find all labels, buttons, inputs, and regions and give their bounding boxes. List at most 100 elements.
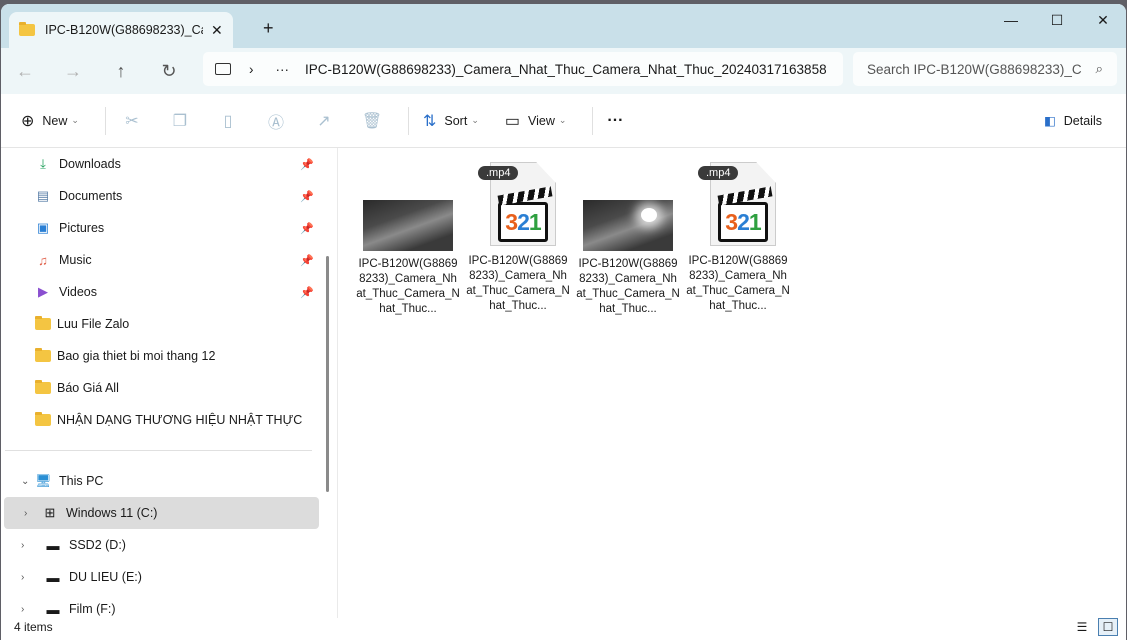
close-tab-button[interactable]: ✕ bbox=[211, 22, 223, 39]
view-button[interactable]: ▭ View ⌄ bbox=[505, 111, 567, 131]
sidebar-item[interactable]: Luu File Zalo bbox=[1, 308, 326, 340]
chevron-down-icon[interactable]: ⌄ bbox=[21, 476, 29, 487]
navigation-pane: ⤓ Downloads 📌 ▤ Documents 📌 ▣ Pictures 📌 ♫ Music 📌 ▶… bbox=[1, 148, 326, 618]
extension-badge: .mp4 bbox=[698, 166, 739, 180]
extension-badge: .mp4 bbox=[478, 166, 519, 180]
sidebar-item-this-pc[interactable]: ⌄ 🖥 This PC bbox=[1, 465, 326, 497]
breadcrumb-current[interactable]: IPC-B120W(G88698233)_Camera_Nhat_Thuc_Ca… bbox=[305, 62, 827, 77]
chevron-right-icon[interactable]: › bbox=[21, 572, 24, 583]
pin-icon[interactable]: 📌 bbox=[300, 286, 314, 299]
sort-label: Sort bbox=[444, 113, 468, 128]
more-button[interactable]: ··· bbox=[607, 112, 623, 130]
file-item[interactable]: IPC-B120W(G88698233)_Camera_Nhat_Thuc_Ca… bbox=[576, 160, 680, 317]
sidebar-item-label: Windows 11 (C:) bbox=[66, 506, 158, 520]
sidebar-item[interactable]: NHẬN DẠNG THƯƠNG HIỆU NHẬT THỰC bbox=[1, 404, 326, 436]
sidebar-item-label: Downloads bbox=[59, 157, 121, 171]
file-item[interactable]: .mp4 3 2 1 IPC-B120W(G88698233)_Camera_Nhat_… bbox=[686, 160, 790, 314]
sidebar-scrollbar[interactable] bbox=[326, 256, 329, 492]
share-icon[interactable]: ↗ bbox=[312, 111, 336, 131]
new-tab-button[interactable]: + bbox=[263, 18, 274, 39]
video-thumbnail bbox=[583, 200, 673, 251]
chevron-right-icon[interactable]: › bbox=[24, 508, 27, 519]
file-view: IPC-B120W(G88698233)_Camera_Nhat_Thuc_Ca… bbox=[337, 148, 1126, 618]
item-count: 4 items bbox=[14, 620, 53, 634]
sidebar-item[interactable]: ▤ Documents 📌 bbox=[1, 180, 326, 212]
close-window-button[interactable]: ✕ bbox=[1080, 4, 1126, 36]
sidebar-item-label: Pictures bbox=[59, 221, 105, 235]
sidebar-item[interactable]: ⤓ Downloads 📌 bbox=[1, 148, 326, 180]
search-input[interactable]: Search IPC-B120W(G88698233)_C ⌕ bbox=[853, 52, 1117, 86]
videos-icon: ▶ bbox=[38, 284, 48, 299]
sidebar-item-drive[interactable]: › ⊞ Windows 11 (C:) bbox=[4, 497, 319, 529]
delete-icon[interactable]: 🗑 bbox=[360, 111, 384, 131]
navigation-bar: ← → ↑ ↻ › ··· IPC-B120W(G88698233)_Camer… bbox=[1, 48, 1126, 94]
sidebar-item[interactable]: ▶ Videos 📌 bbox=[1, 276, 326, 308]
tab-current[interactable]: IPC-B120W(G88698233)_Camera_Nhat_Thuc ✕ bbox=[9, 12, 233, 48]
sidebar-item[interactable]: ♫ Music 📌 bbox=[1, 244, 326, 276]
command-bar: ⊕ New ⌄ ✂ ❐ ▯ Ⓐ ↗ 🗑 ⇅ Sort ⌄ ▭ View ⌄ ··· ◧ Det… bbox=[1, 94, 1126, 148]
breadcrumb-overflow[interactable]: ··· bbox=[276, 62, 290, 77]
drive-icon: ▬ bbox=[46, 537, 60, 553]
drive-icon: ▬ bbox=[46, 569, 60, 585]
plus-circle-icon: ⊕ bbox=[21, 112, 35, 130]
view-icon: ▭ bbox=[504, 112, 520, 130]
sidebar-item-drive[interactable]: › ▬ SSD2 (D:) bbox=[1, 529, 326, 561]
up-button[interactable]: ↑ bbox=[97, 61, 145, 82]
file-name: IPC-B120W(G88698233)_Camera_Nhat_Thuc_Ca… bbox=[576, 258, 680, 315]
download-icon: ⤓ bbox=[40, 156, 46, 171]
details-pane-icon: ◧ bbox=[1043, 114, 1056, 128]
sidebar-item-label: DU LIEU (E:) bbox=[69, 570, 142, 584]
file-item[interactable]: .mp4 3 2 1 IPC-B120W(G88698233)_Camera_Nhat_… bbox=[466, 160, 570, 314]
sidebar-item[interactable]: ▣ Pictures 📌 bbox=[1, 212, 326, 244]
drive-icon: ▬ bbox=[46, 601, 60, 617]
clapperboard-logo: 321 bbox=[498, 202, 548, 242]
pin-icon[interactable]: 📌 bbox=[300, 222, 314, 235]
pin-icon[interactable]: 📌 bbox=[300, 158, 314, 171]
folder-icon bbox=[35, 316, 51, 330]
large-icons-view-button[interactable]: ☐ bbox=[1098, 618, 1118, 636]
refresh-button[interactable]: ↻ bbox=[145, 61, 193, 82]
details-view-button[interactable]: ☰ bbox=[1072, 618, 1092, 636]
pin-icon[interactable]: 📌 bbox=[300, 190, 314, 203]
cut-icon[interactable]: ✂ bbox=[120, 111, 144, 131]
address-bar[interactable]: › ··· IPC-B120W(G88698233)_Camera_Nhat_T… bbox=[203, 52, 843, 86]
sidebar-item-drive[interactable]: › ▬ DU LIEU (E:) bbox=[1, 561, 326, 593]
back-button[interactable]: ← bbox=[1, 61, 49, 82]
file-item[interactable]: IPC-B120W(G88698233)_Camera_Nhat_Thuc_Ca… bbox=[356, 160, 460, 317]
forward-button[interactable]: → bbox=[49, 61, 97, 82]
minimize-button[interactable]: — bbox=[988, 4, 1034, 36]
sort-icon: ⇅ bbox=[422, 112, 437, 130]
title-bar: IPC-B120W(G88698233)_Camera_Nhat_Thuc ✕ … bbox=[1, 4, 1126, 48]
sidebar-item-label: This PC bbox=[59, 474, 104, 488]
rename-icon[interactable]: Ⓐ bbox=[264, 109, 288, 133]
windows-drive-icon: ⊞ bbox=[44, 505, 56, 520]
new-button[interactable]: ⊕ New ⌄ bbox=[21, 111, 79, 131]
sidebar-item-drive[interactable]: › ▬ Film (F:) bbox=[1, 593, 326, 618]
folder-icon bbox=[35, 380, 51, 394]
sort-button[interactable]: ⇅ Sort ⌄ bbox=[423, 111, 479, 131]
folder-icon bbox=[35, 348, 51, 362]
pictures-icon: ▣ bbox=[36, 220, 50, 235]
sidebar-item-label: NHẬN DẠNG THƯƠNG HIỆU NHẬT THỰC bbox=[57, 413, 303, 427]
chevron-right-icon[interactable]: › bbox=[21, 604, 24, 615]
video-thumbnail bbox=[363, 200, 453, 251]
maximize-button[interactable]: ☐ bbox=[1034, 4, 1080, 36]
folder-icon bbox=[19, 22, 35, 36]
paste-icon[interactable]: ▯ bbox=[216, 111, 240, 131]
sidebar-item-label: Bao gia thiet bi moi thang 12 bbox=[57, 349, 216, 363]
pin-icon[interactable]: 📌 bbox=[300, 254, 314, 267]
sidebar-item[interactable]: Báo Giá All bbox=[1, 372, 326, 404]
sidebar-item-label: Videos bbox=[59, 285, 97, 299]
chevron-right-icon[interactable]: › bbox=[21, 540, 24, 551]
file-explorer-window: IPC-B120W(G88698233)_Camera_Nhat_Thuc ✕ … bbox=[1, 4, 1126, 640]
file-name: IPC-B120W(G88698233)_Camera_Nhat_Thuc_Ca… bbox=[466, 255, 570, 312]
view-label: View bbox=[527, 113, 555, 128]
chevron-right-icon: › bbox=[249, 61, 254, 77]
copy-icon[interactable]: ❐ bbox=[168, 111, 192, 131]
file-name: IPC-B120W(G88698233)_Camera_Nhat_Thuc_Ca… bbox=[356, 258, 460, 315]
music-icon: ♫ bbox=[38, 252, 48, 268]
details-button[interactable]: ◧ Details bbox=[1043, 113, 1102, 129]
sidebar-item[interactable]: Bao gia thiet bi moi thang 12 bbox=[1, 340, 326, 372]
details-label: Details bbox=[1063, 113, 1102, 128]
new-label: New bbox=[42, 113, 68, 128]
